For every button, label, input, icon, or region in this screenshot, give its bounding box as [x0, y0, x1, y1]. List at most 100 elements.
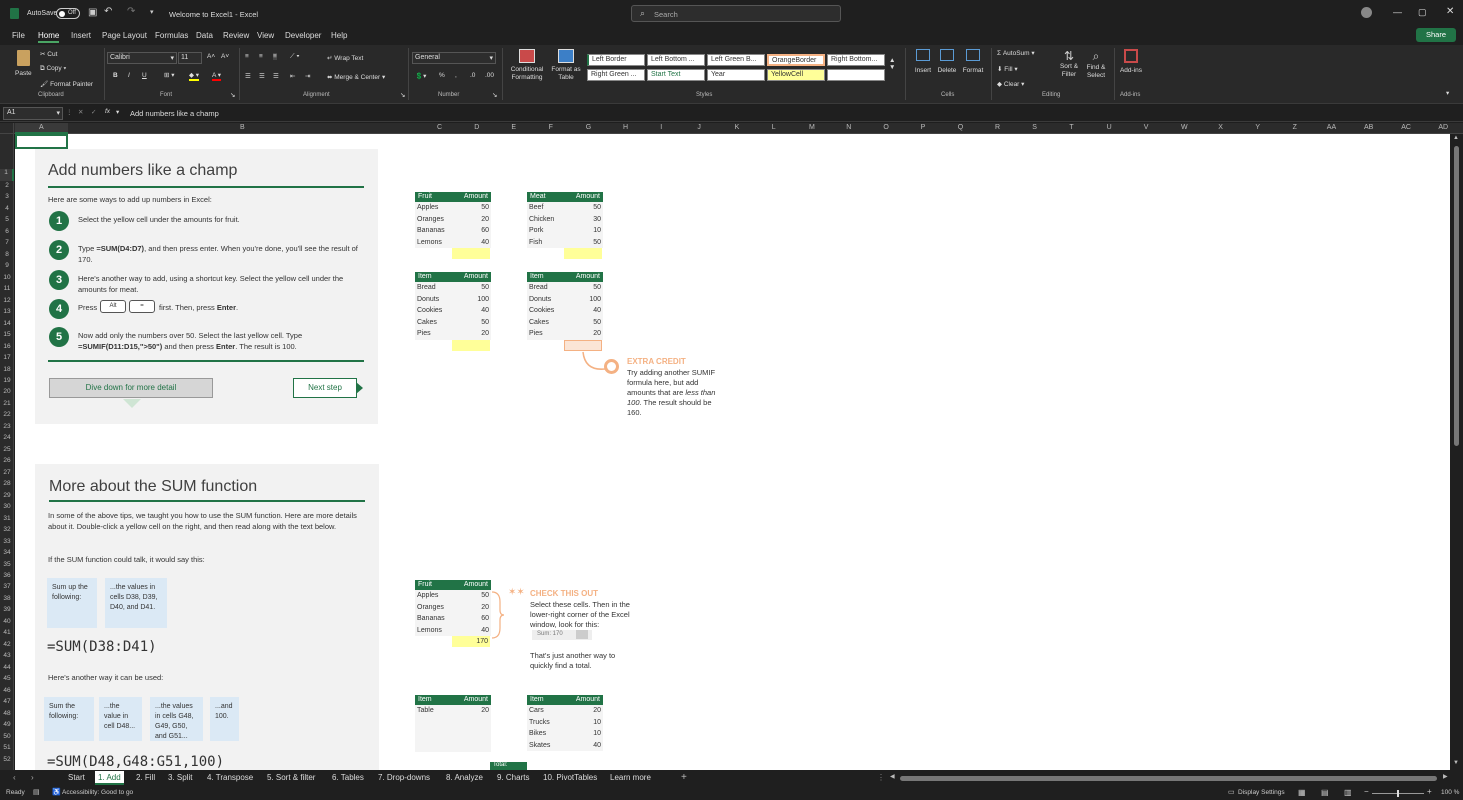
- font-size-select[interactable]: 11: [178, 52, 202, 64]
- tab-formulas[interactable]: Formulas: [155, 31, 188, 40]
- autosave-toggle[interactable]: Off: [56, 8, 80, 19]
- splitter-icon[interactable]: ⋮: [877, 773, 885, 782]
- column-header-t[interactable]: T: [1069, 124, 1073, 131]
- table-row[interactable]: Bananas 60: [415, 613, 491, 625]
- clear-button[interactable]: ◆ Clear ▾: [997, 80, 1024, 88]
- row-header[interactable]: 1: [0, 169, 14, 181]
- font-color-icon[interactable]: A ▾: [212, 71, 222, 81]
- row-header[interactable]: 15: [0, 331, 14, 338]
- column-header-e[interactable]: E: [511, 124, 516, 131]
- align-middle-icon[interactable]: ≡: [259, 53, 263, 60]
- align-left-icon[interactable]: ☰: [245, 72, 251, 80]
- row-header[interactable]: 6: [0, 228, 14, 235]
- italic-icon[interactable]: I: [128, 72, 130, 79]
- table-row[interactable]: Oranges 20: [415, 601, 491, 613]
- row-header[interactable]: 48: [0, 710, 14, 717]
- row-header[interactable]: 4: [0, 205, 14, 212]
- worksheet-grid[interactable]: Add numbers like a champ Here are some w…: [15, 134, 1450, 770]
- search-box[interactable]: ⌕ Search: [631, 5, 841, 22]
- sheet-tab-split[interactable]: 3. Split: [168, 773, 192, 782]
- row-header[interactable]: 13: [0, 308, 14, 315]
- number-format-select[interactable]: General ▾: [412, 52, 496, 64]
- autosum-button[interactable]: Σ AutoSum ▾: [997, 49, 1035, 57]
- row-header[interactable]: 41: [0, 629, 14, 636]
- table-row[interactable]: Oranges 20: [415, 213, 491, 225]
- row-header[interactable]: 24: [0, 434, 14, 441]
- style-start-text[interactable]: Start Text: [647, 69, 705, 81]
- table-row[interactable]: Cars 20: [527, 705, 603, 717]
- next-step-button[interactable]: Next step: [293, 378, 357, 398]
- redo-icon[interactable]: ↷: [127, 6, 135, 17]
- zoom-slider-thumb[interactable]: [1397, 790, 1399, 797]
- table-row[interactable]: Skates 40: [527, 739, 603, 751]
- table-row[interactable]: Beef 50: [527, 202, 603, 214]
- zoom-out-icon[interactable]: −: [1364, 787, 1369, 796]
- percent-icon[interactable]: %: [439, 72, 445, 79]
- row-header[interactable]: 39: [0, 606, 14, 613]
- fruit-table[interactable]: Fruit Amount Apples 50 Oranges 20 Bananas 60 Lem…: [415, 192, 491, 259]
- currency-icon[interactable]: 💲▾: [415, 72, 426, 80]
- table-row[interactable]: Bread 50: [415, 282, 491, 294]
- horizontal-scrollbar[interactable]: [900, 776, 1437, 781]
- conditional-formatting-button[interactable]: Conditional Formatting: [507, 49, 547, 89]
- column-header-l[interactable]: L: [772, 124, 776, 131]
- copy-button[interactable]: ⧉ Copy ▾: [40, 65, 66, 73]
- sheet-tab-start[interactable]: Start: [68, 773, 85, 782]
- column-header-z[interactable]: Z: [1293, 124, 1297, 131]
- zoom-level[interactable]: 100 %: [1441, 789, 1459, 796]
- column-header-p[interactable]: P: [921, 124, 926, 131]
- table-row[interactable]: Pork 10: [527, 225, 603, 237]
- page-layout-view-icon[interactable]: ▤: [1321, 788, 1329, 797]
- insert-function-icon[interactable]: fx: [105, 108, 110, 115]
- table-row[interactable]: Bananas 60: [415, 225, 491, 237]
- add-sheet-icon[interactable]: +: [681, 772, 687, 783]
- font-dialog-launcher-icon[interactable]: ↘: [230, 91, 235, 99]
- row-header[interactable]: 5: [0, 216, 14, 223]
- column-header-w[interactable]: W: [1181, 124, 1188, 131]
- row-header[interactable]: 10: [0, 274, 14, 281]
- increase-font-icon[interactable]: A˄: [207, 53, 215, 60]
- column-header-ac[interactable]: AC: [1401, 124, 1411, 131]
- tab-scroll-right-icon[interactable]: ›: [31, 773, 34, 782]
- row-header[interactable]: 52: [0, 756, 14, 763]
- column-header-j[interactable]: J: [697, 124, 701, 131]
- table-row[interactable]: Cookies 40: [527, 305, 603, 317]
- row-header[interactable]: 28: [0, 480, 14, 487]
- increase-indent-icon[interactable]: ⇥: [305, 72, 310, 80]
- table-row[interactable]: Pies 20: [527, 328, 603, 340]
- row-header[interactable]: 27: [0, 469, 14, 476]
- wrap-text-button[interactable]: ↵ Wrap Text: [327, 54, 363, 62]
- item-table-3[interactable]: Item Amount Table 20: [415, 695, 491, 717]
- table-row[interactable]: Pies 20: [415, 328, 491, 340]
- table-row[interactable]: Donuts 100: [527, 293, 603, 305]
- row-header[interactable]: 50: [0, 733, 14, 740]
- sheet-tab-sort-filter[interactable]: 5. Sort & filter: [267, 773, 315, 782]
- meat-table[interactable]: Meat Amount Beef 50 Chicken 30 Pork 10 Fish 50: [527, 192, 603, 259]
- delete-cells-button[interactable]: Delete: [935, 49, 959, 74]
- decrease-decimal-icon[interactable]: .00: [485, 72, 494, 79]
- table-row[interactable]: Bread 50: [527, 282, 603, 294]
- normal-view-icon[interactable]: ▦: [1298, 788, 1306, 797]
- zoom-in-icon[interactable]: +: [1427, 787, 1432, 796]
- customize-qat-icon[interactable]: ▾: [150, 8, 154, 16]
- row-header[interactable]: 18: [0, 366, 14, 373]
- column-header-m[interactable]: M: [809, 124, 815, 131]
- column-header-g[interactable]: G: [586, 124, 591, 131]
- row-header[interactable]: 21: [0, 400, 14, 407]
- column-header-n[interactable]: N: [846, 124, 851, 131]
- table-row[interactable]: Cookies 40: [415, 305, 491, 317]
- style-right-bottom[interactable]: Right Bottom...: [827, 54, 885, 66]
- align-right-icon[interactable]: ☰: [273, 72, 279, 80]
- column-header-x[interactable]: X: [1218, 124, 1223, 131]
- sheet-tab-add[interactable]: 1. Add: [95, 771, 124, 785]
- hscroll-left-icon[interactable]: ◀: [890, 773, 895, 780]
- table-row[interactable]: Lemons 40: [415, 236, 491, 248]
- table-row[interactable]: Apples 50: [415, 202, 491, 214]
- row-header[interactable]: 16: [0, 343, 14, 350]
- close-icon[interactable]: ✕: [1446, 6, 1454, 17]
- minimize-icon[interactable]: —: [1393, 7, 1402, 17]
- row-header[interactable]: 7: [0, 239, 14, 246]
- row-header[interactable]: 34: [0, 549, 14, 556]
- fruit-table-2[interactable]: Fruit Amount Apples 50 Oranges 20 Bananas 60 Lem…: [415, 580, 491, 647]
- format-as-table-button[interactable]: Format as Table: [549, 49, 583, 89]
